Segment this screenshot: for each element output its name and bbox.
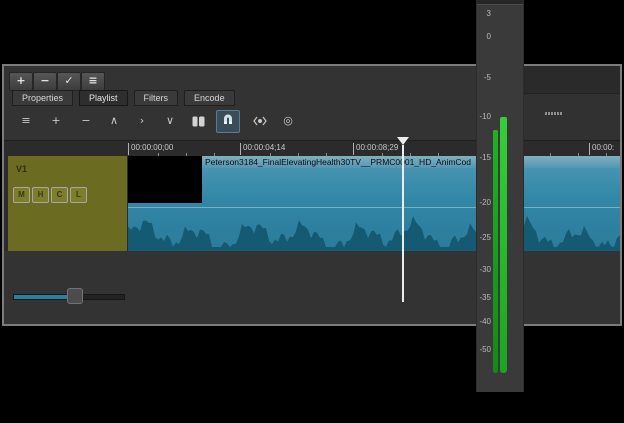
meter-scale-label: 3 — [477, 9, 491, 18]
meter-scale-label: -5 — [477, 73, 491, 82]
minus-icon: − — [81, 114, 90, 127]
timeline-track-v1: V1 M H C L Peterson3184_FinalElevatingHe… — [4, 156, 620, 251]
track-name: V1 — [16, 164, 27, 174]
ripple-target-icon: ◎ — [283, 114, 293, 127]
meter-scale-label: -40 — [477, 317, 491, 326]
add-button[interactable]: + — [9, 72, 33, 91]
chevron-up-icon: ∧ — [110, 114, 118, 127]
timecode-label: 00:00:00;00 — [128, 143, 173, 155]
playhead-handle[interactable] — [397, 137, 409, 145]
audio-meter-panel: 3 0 -5 -10 -15 -20 -25 -30 -35 -40 -50 — [476, 0, 524, 392]
main-window: + − ✓ ≡ Properties Playlist Filters Enco… — [2, 64, 622, 326]
menu-icon: ≡ — [21, 114, 30, 127]
meter-scale-label: -30 — [477, 265, 491, 274]
plus-icon: + — [51, 114, 60, 127]
timeline-menu-button[interactable]: ≡ — [16, 112, 36, 130]
timecode-label: 00:00: — [589, 143, 614, 155]
right-dock-area — [520, 66, 620, 140]
split-icon — [192, 116, 205, 127]
track-lock-button[interactable]: L — [70, 187, 87, 203]
meter-bar-right — [500, 117, 507, 373]
timecode-label: 00:00:08;29 — [353, 143, 398, 155]
lift-button[interactable]: ∧ — [104, 112, 124, 130]
meter-scale-label: -15 — [477, 153, 491, 162]
meter-scale-label: -35 — [477, 293, 491, 302]
grip-dots-icon[interactable] — [545, 112, 562, 115]
right-dock-top — [520, 66, 620, 94]
meter-scale-label: -50 — [477, 345, 491, 354]
tab-playlist[interactable]: Playlist — [79, 90, 128, 106]
check-icon: ✓ — [64, 74, 73, 87]
ripple-markers-button[interactable]: ◎ — [278, 112, 298, 130]
timeline-ripple-delete-button[interactable]: − — [76, 112, 96, 130]
zoom-slider-fill — [14, 295, 71, 299]
clip-black-video-segment — [128, 156, 202, 203]
right-dock-bottom — [520, 94, 620, 140]
screenshot-stage: + − ✓ ≡ Properties Playlist Filters Enco… — [0, 0, 624, 423]
down-button[interactable]: ∨ — [160, 112, 180, 130]
zoom-slider-handle[interactable] — [67, 288, 83, 304]
menu-button[interactable]: ≡ — [81, 72, 105, 91]
meter-scale-label: -20 — [477, 198, 491, 207]
minus-icon: − — [40, 74, 49, 87]
timeline-ruler[interactable]: 00:00:00;00 00:00:04;14 00:00:08;29 00:0… — [4, 140, 620, 157]
scrub-while-dragging-button[interactable] — [250, 112, 270, 130]
meter-scale-label: -10 — [477, 112, 491, 121]
meter-scale-label: 0 — [477, 32, 491, 41]
split-button[interactable] — [188, 112, 208, 130]
plus-icon: + — [16, 74, 25, 87]
update-button[interactable]: ✓ — [57, 72, 81, 91]
playhead-line — [402, 145, 404, 302]
meter-scale-label: -25 — [477, 233, 491, 242]
magnet-icon — [222, 113, 234, 125]
timeline-append-button[interactable]: + — [46, 112, 66, 130]
chevron-down-icon: ∨ — [166, 114, 174, 127]
meter-panel-top-edge — [477, 0, 523, 5]
overwrite-button[interactable]: › — [132, 112, 152, 130]
dock-tabs: Properties Playlist Filters Encode — [12, 90, 241, 106]
tab-filters[interactable]: Filters — [134, 90, 179, 106]
track-hide-button[interactable]: H — [32, 187, 49, 203]
timeline-clip[interactable]: Peterson3184_FinalElevatingHealth30TV__P… — [128, 156, 620, 251]
chevron-right-icon: › — [140, 114, 144, 127]
scrub-eye-icon — [253, 116, 267, 126]
track-composite-button[interactable]: C — [51, 187, 68, 203]
remove-button[interactable]: − — [33, 72, 57, 91]
tab-properties[interactable]: Properties — [12, 90, 73, 106]
snap-toggle-button[interactable] — [216, 110, 240, 133]
track-mute-button[interactable]: M — [13, 187, 30, 203]
clip-waveform — [128, 206, 620, 251]
track-header[interactable]: V1 M H C L — [8, 156, 127, 251]
clip-filename: Peterson3184_FinalElevatingHealth30TV__P… — [205, 157, 505, 167]
meter-bar-left — [493, 130, 498, 373]
timecode-label: 00:00:04;14 — [240, 143, 285, 155]
menu-icon: ≡ — [88, 74, 97, 87]
tab-encode[interactable]: Encode — [184, 90, 235, 106]
